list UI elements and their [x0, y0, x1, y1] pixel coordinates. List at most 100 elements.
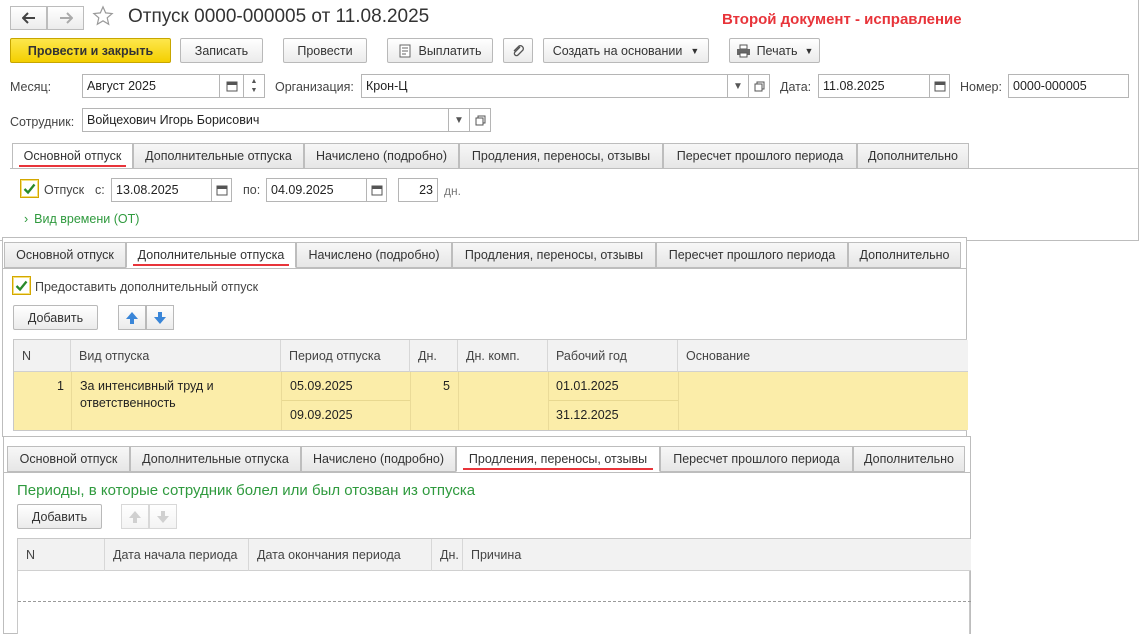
time-kind-expander[interactable]: › Вид времени (ОТ)	[24, 212, 139, 226]
tab-accrued-detailed[interactable]: Начислено (подробно)	[296, 242, 452, 268]
tab-extensions[interactable]: Продления, переносы, отзывы	[452, 242, 656, 268]
tab-additional-vacations[interactable]: Дополнительные отпуска	[133, 143, 304, 169]
tab-recalculation[interactable]: Пересчет прошлого периода	[660, 446, 853, 472]
employee-field[interactable]: Войцехович Игорь Борисович	[82, 108, 449, 132]
empty-row-dashed	[18, 601, 971, 602]
month-calendar-button[interactable]	[219, 74, 244, 98]
tab-extra[interactable]: Дополнительно	[853, 446, 965, 472]
tab-main-vacation[interactable]: Основной отпуск	[4, 242, 126, 268]
organization-label: Организация:	[275, 80, 354, 94]
checkmark-icon	[15, 280, 28, 292]
days-field[interactable]: 23	[398, 178, 438, 202]
move-down-button[interactable]	[146, 305, 174, 330]
column-header-n[interactable]: N	[18, 539, 105, 571]
tab-panel-border	[3, 472, 971, 473]
tab-panel-border	[10, 168, 1139, 169]
tab-recalculation[interactable]: Пересчет прошлого периода	[656, 242, 848, 268]
column-header-period[interactable]: Период отпуска	[281, 340, 410, 372]
cell-year-to: 31.12.2025	[556, 408, 619, 422]
tab-main-vacation[interactable]: Основной отпуск	[7, 446, 130, 472]
attach-button[interactable]	[503, 38, 533, 63]
column-header-basis[interactable]: Основание	[678, 340, 968, 372]
window-title: Отпуск 0000-000005 от 11.08.2025	[128, 6, 430, 27]
to-label: по:	[243, 183, 261, 197]
tab-label: Дополнительные отпуска	[145, 149, 292, 163]
tab-label: Основной отпуск	[16, 248, 114, 262]
tab-label: Пересчет прошлого периода	[676, 149, 844, 163]
save-button[interactable]: Записать	[180, 38, 263, 63]
table-row[interactable]: 1 За интенсивный труд и ответственность …	[14, 372, 968, 430]
add-button[interactable]: Добавить	[13, 305, 98, 330]
move-up-button[interactable]	[118, 305, 146, 330]
employee-dropdown-button[interactable]: ▼	[448, 108, 470, 132]
create-based-on-button[interactable]: Создать на основании ▼	[543, 38, 709, 63]
column-header-n[interactable]: N	[14, 340, 71, 372]
arrow-right-icon	[59, 12, 73, 24]
chevron-down-icon: ▼	[454, 114, 464, 126]
favorite-button[interactable]	[92, 5, 116, 29]
print-button[interactable]: Печать ▼	[729, 38, 820, 63]
employee-label: Сотрудник:	[10, 115, 75, 129]
add-button[interactable]: Добавить	[17, 504, 102, 529]
row-divider	[281, 400, 410, 401]
column-header-days-comp[interactable]: Дн. комп.	[458, 340, 548, 372]
move-down-button[interactable]	[149, 504, 177, 529]
number-field[interactable]: 0000-000005	[1008, 74, 1129, 98]
provide-additional-checkbox[interactable]	[12, 276, 31, 295]
arrow-left-icon	[21, 12, 35, 24]
tab-label: Продления, переносы, отзывы	[468, 452, 648, 466]
tab-accrued-detailed[interactable]: Начислено (подробно)	[301, 446, 456, 472]
arrow-up-icon	[126, 311, 138, 324]
column-header-kind[interactable]: Вид отпуска	[71, 340, 281, 372]
col-divider	[71, 372, 72, 430]
tab-label: Начислено (подробно)	[308, 248, 440, 262]
tab-label: Продления, переносы, отзывы	[471, 149, 651, 163]
col-divider	[281, 372, 282, 430]
post-button[interactable]: Провести	[283, 38, 367, 63]
from-calendar-button[interactable]	[211, 178, 232, 202]
month-field[interactable]: Август 2025	[82, 74, 220, 98]
organization-open-button[interactable]	[748, 74, 770, 98]
tab-extensions[interactable]: Продления, переносы, отзывы	[459, 143, 663, 169]
month-stepper[interactable]: ▲ ▼	[243, 74, 265, 98]
pay-button-label: Выплатить	[418, 43, 482, 58]
tab-additional-vacations[interactable]: Дополнительные отпуска	[126, 242, 296, 268]
tab-extensions[interactable]: Продления, переносы, отзывы	[456, 446, 660, 472]
move-up-button[interactable]	[121, 504, 149, 529]
column-header-days[interactable]: Дн.	[432, 539, 463, 571]
tab-label: Дополнительно	[868, 149, 958, 163]
number-label: Номер:	[960, 80, 1002, 94]
vacation-from-field[interactable]: 13.08.2025	[111, 178, 212, 202]
extensions-heading: Периоды, в которые сотрудник болел или б…	[17, 482, 476, 499]
organization-dropdown-button[interactable]: ▼	[727, 74, 749, 98]
to-calendar-button[interactable]	[366, 178, 387, 202]
column-header-days[interactable]: Дн.	[410, 340, 458, 372]
post-and-close-button[interactable]: Провести и закрыть	[10, 38, 171, 63]
tab-label: Начислено (подробно)	[312, 452, 444, 466]
column-header-period-start[interactable]: Дата начала периода	[105, 539, 249, 571]
employee-open-button[interactable]	[469, 108, 491, 132]
vacation-to-field[interactable]: 04.09.2025	[266, 178, 367, 202]
forward-button[interactable]	[47, 6, 84, 30]
column-header-period-end[interactable]: Дата окончания периода	[249, 539, 432, 571]
open-form-icon	[754, 81, 764, 91]
stepper-down-icon: ▼	[250, 87, 258, 94]
pay-button[interactable]: Выплатить	[387, 38, 493, 63]
tab-extra[interactable]: Дополнительно	[848, 242, 961, 268]
tab-label: Основной отпуск	[23, 149, 122, 163]
cell-period-to: 09.09.2025	[290, 408, 353, 422]
date-field[interactable]: 11.08.2025	[818, 74, 930, 98]
tab-recalculation[interactable]: Пересчет прошлого периода	[663, 143, 857, 169]
month-label: Месяц:	[10, 80, 52, 94]
vacation-checkbox[interactable]	[20, 179, 39, 198]
additional-vacations-table: N Вид отпуска Период отпуска Дн. Дн. ком…	[13, 339, 968, 431]
tab-main-vacation[interactable]: Основной отпуск	[12, 143, 133, 169]
tab-additional-vacations[interactable]: Дополнительные отпуска	[130, 446, 301, 472]
back-button[interactable]	[10, 6, 47, 30]
tab-accrued-detailed[interactable]: Начислено (подробно)	[304, 143, 459, 169]
column-header-work-year[interactable]: Рабочий год	[548, 340, 678, 372]
tab-extra[interactable]: Дополнительно	[857, 143, 969, 169]
column-header-reason[interactable]: Причина	[463, 539, 971, 571]
date-calendar-button[interactable]	[929, 74, 950, 98]
organization-field[interactable]: Крон-Ц	[361, 74, 728, 98]
